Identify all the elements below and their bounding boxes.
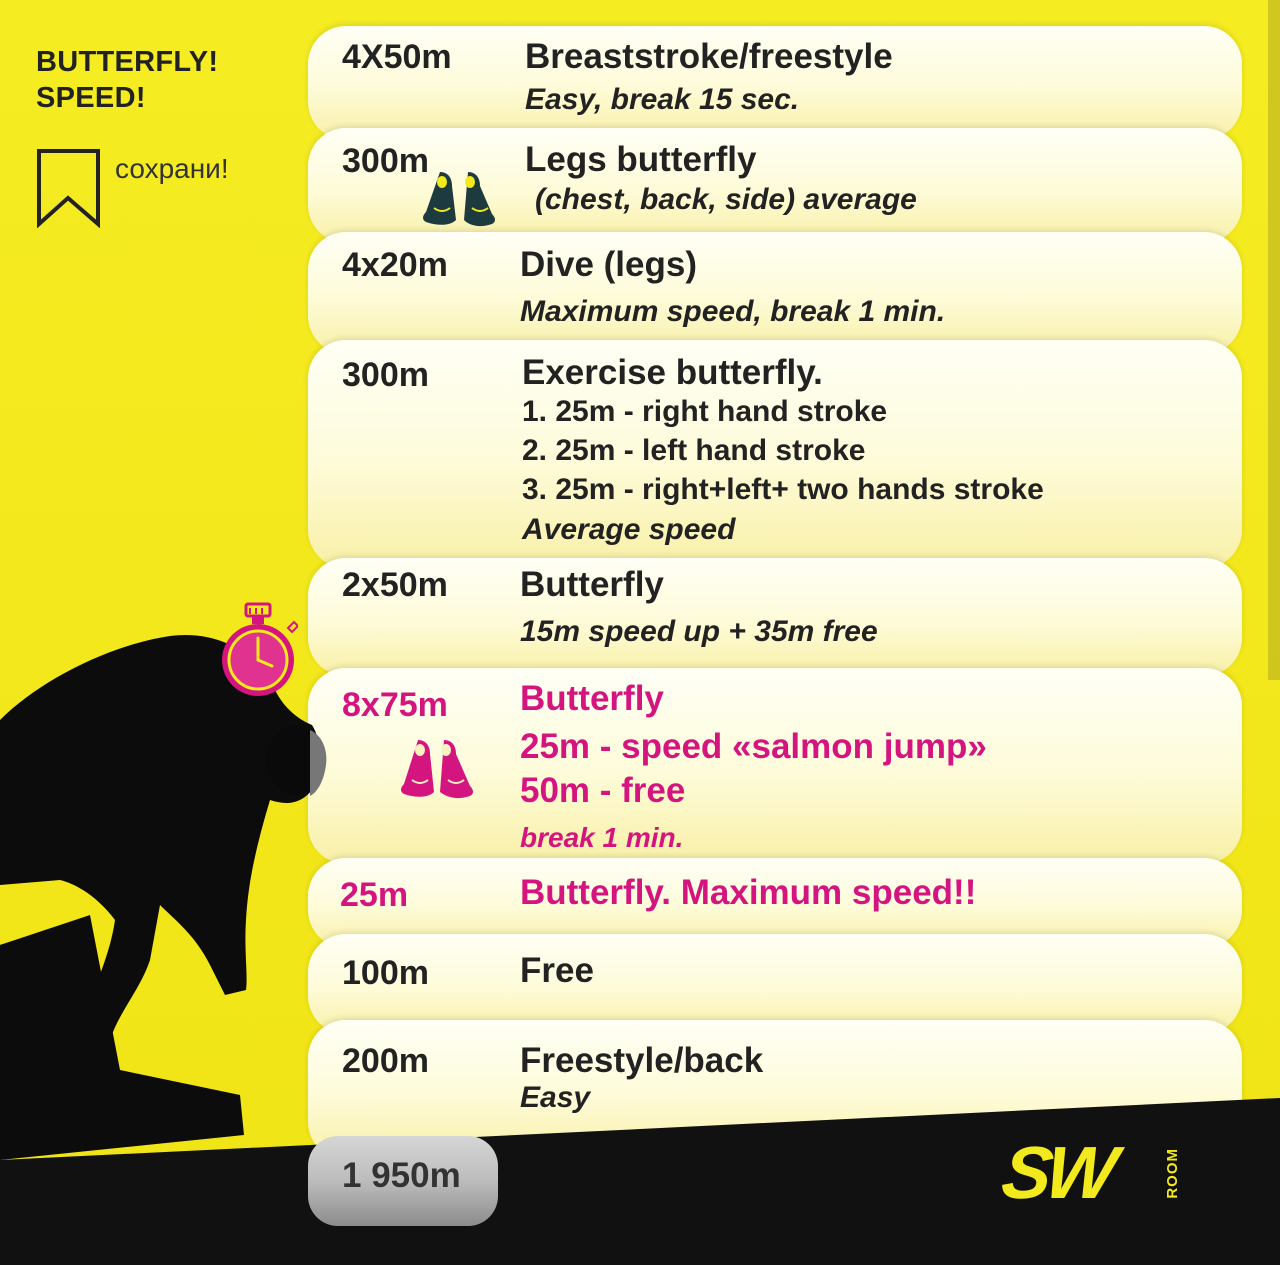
fins-icon: [423, 172, 495, 227]
total-distance-badge: 1 950m: [308, 1136, 498, 1226]
workout-card: { "heading": { "line1": "BUTTERFLY!", "l…: [0, 0, 1280, 1265]
total-distance: 1 950m: [342, 1156, 461, 1195]
stopwatch-icon: [222, 602, 298, 696]
logo: SW: [997, 1131, 1117, 1214]
fins-icon: [401, 740, 473, 799]
logo-room: ROOM: [1164, 1148, 1181, 1199]
